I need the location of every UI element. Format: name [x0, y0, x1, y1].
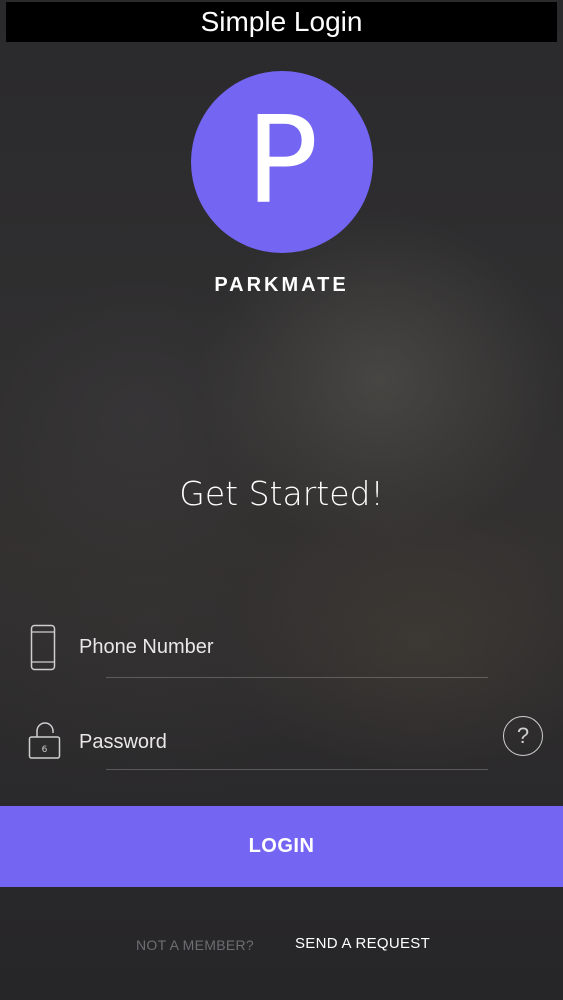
send-request-link[interactable]: SEND A REQUEST: [295, 935, 430, 952]
page-heading: Get Started!: [179, 474, 384, 513]
not-member-label: NOT A MEMBER?: [136, 937, 255, 953]
lock-icon: 6: [28, 722, 61, 759]
phone-icon: [30, 624, 56, 671]
svg-text:6: 6: [42, 745, 48, 755]
password-input[interactable]: [79, 729, 479, 755]
phone-underline: [106, 677, 488, 678]
phone-number-input[interactable]: [79, 634, 479, 660]
password-help-button[interactable]: ?: [503, 716, 543, 756]
app-logo: P: [191, 71, 373, 253]
brand-name: PARKMATE: [214, 274, 349, 296]
window-title: Simple Login: [6, 2, 557, 42]
question-mark-icon: ?: [516, 723, 530, 748]
password-underline: [106, 769, 488, 770]
login-button[interactable]: LOGIN: [0, 806, 563, 887]
